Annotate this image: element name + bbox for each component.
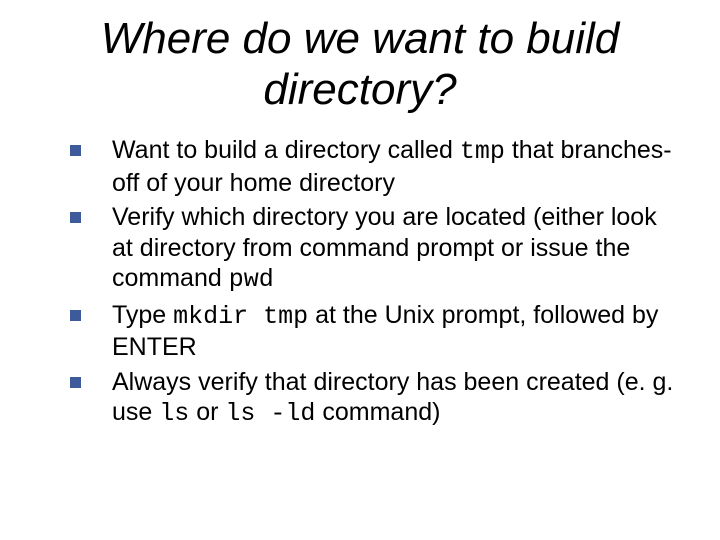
list-item: Verify which directory you are located (… xyxy=(70,202,680,296)
text-segment: command) xyxy=(315,398,440,426)
text-segment: Verify which directory you are located (… xyxy=(112,203,657,292)
text-segment: or xyxy=(189,398,225,426)
bullet-icon xyxy=(70,212,81,223)
list-item: Want to build a directory called tmp tha… xyxy=(70,135,680,198)
code-segment: pwd xyxy=(229,265,274,294)
list-item: Always verify that directory has been cr… xyxy=(70,367,680,430)
bullet-icon xyxy=(70,310,81,321)
slide-title: Where do we want to build directory? xyxy=(0,0,720,125)
bullet-list: Want to build a directory called tmp tha… xyxy=(70,135,680,430)
bullet-icon xyxy=(70,377,81,388)
code-segment: tmp xyxy=(460,137,505,166)
list-item: Type mkdir tmp at the Unix prompt, follo… xyxy=(70,300,680,363)
slide: Where do we want to build directory? Wan… xyxy=(0,0,720,540)
code-segment: mkdir tmp xyxy=(173,302,308,331)
code-segment: ls -ld xyxy=(225,399,315,428)
text-segment: Want to build a directory called xyxy=(112,136,460,164)
code-segment: ls xyxy=(159,399,189,428)
text-segment: Type xyxy=(112,301,173,329)
slide-content: Want to build a directory called tmp tha… xyxy=(0,125,720,430)
bullet-icon xyxy=(70,145,81,156)
